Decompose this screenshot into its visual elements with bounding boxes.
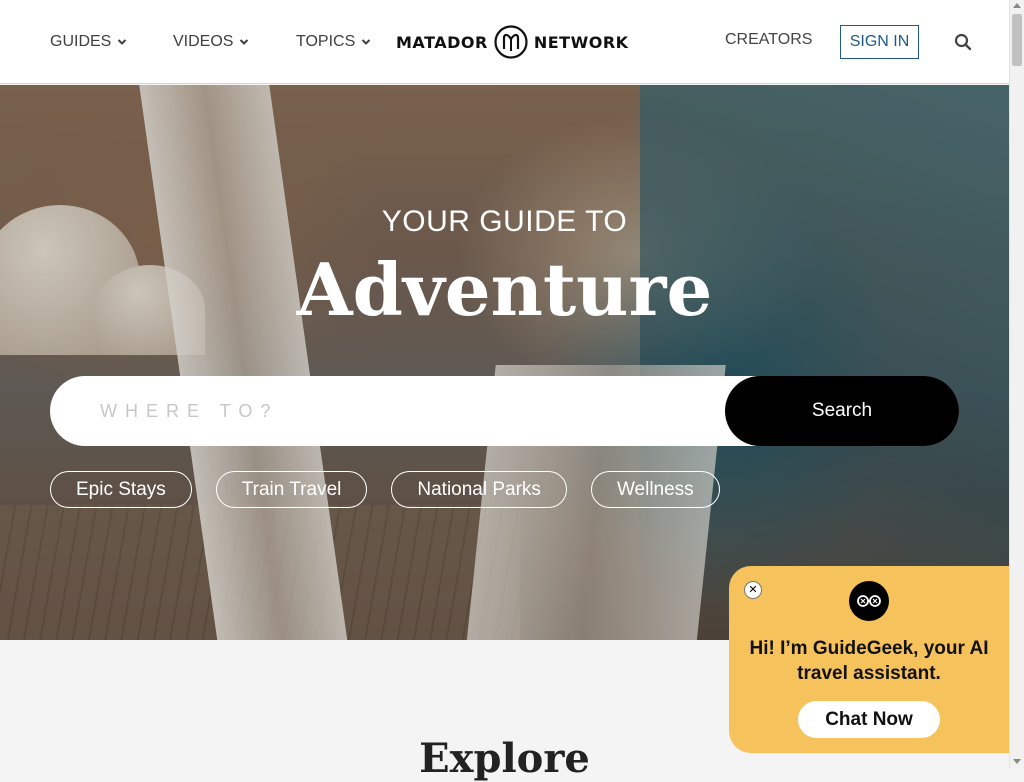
chevron-down-icon — [118, 39, 127, 45]
close-icon[interactable]: ✕ — [744, 581, 762, 599]
site-header: GUIDES VIDEOS TOPICS MATADOR NETWORK CRE… — [0, 0, 1009, 84]
guidegeek-avatar — [849, 581, 889, 621]
topic-chips: Epic Stays Train Travel National Parks W… — [50, 471, 720, 508]
matador-logo-icon — [494, 25, 528, 59]
chip-national-parks[interactable]: National Parks — [391, 471, 567, 508]
matador-network-logo[interactable]: MATADOR NETWORK — [396, 24, 629, 60]
chevron-down-icon — [362, 39, 371, 45]
nav-videos-label: VIDEOS — [173, 33, 234, 50]
hero-banner: YOUR GUIDE TO Adventure Search Epic Stay… — [0, 85, 1009, 640]
sign-in-button[interactable]: SIGN IN — [840, 25, 919, 59]
scroll-up-arrow-icon[interactable] — [1013, 3, 1021, 8]
chip-train-travel[interactable]: Train Travel — [215, 471, 368, 508]
glasses-icon — [857, 595, 881, 607]
destination-search-bar: Search — [50, 376, 959, 446]
chevron-down-icon — [240, 39, 249, 45]
guidegeek-chat-popup: ✕ Hi! I’m GuideGeek, your AI travel assi… — [729, 566, 1009, 753]
nav-guides[interactable]: GUIDES — [50, 31, 127, 53]
hero-title: Adventure — [296, 247, 713, 332]
logo-right-word: NETWORK — [533, 32, 629, 52]
nav-topics[interactable]: TOPICS — [296, 31, 371, 53]
chat-now-button[interactable]: Chat Now — [798, 701, 940, 738]
scrollbar-thumb[interactable] — [1012, 14, 1022, 66]
page-scrollbar[interactable] — [1009, 0, 1024, 768]
nav-videos[interactable]: VIDEOS — [173, 31, 249, 53]
creators-link[interactable]: CREATORS — [725, 31, 812, 49]
hero-overlay — [0, 85, 1009, 640]
hero-subtitle: YOUR GUIDE TO — [381, 205, 628, 238]
logo-left-word: MATADOR — [396, 32, 488, 52]
chat-message: Hi! I’m GuideGeek, your AI travel assist… — [749, 638, 989, 684]
chip-wellness[interactable]: Wellness — [590, 471, 720, 508]
chip-epic-stays[interactable]: Epic Stays — [50, 471, 192, 508]
destination-search-input[interactable] — [100, 376, 750, 446]
search-icon[interactable] — [954, 33, 972, 51]
nav-guides-label: GUIDES — [50, 33, 112, 50]
search-button[interactable]: Search — [725, 376, 959, 446]
scroll-down-arrow-icon[interactable] — [1013, 759, 1021, 764]
nav-topics-label: TOPICS — [296, 33, 356, 50]
